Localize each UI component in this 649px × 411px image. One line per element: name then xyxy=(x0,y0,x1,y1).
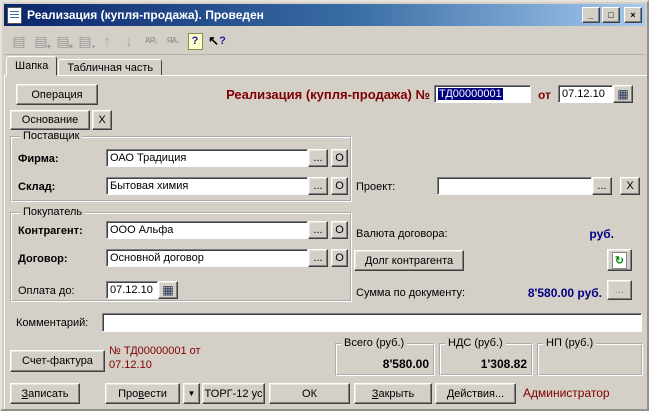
sort-descending-icon[interactable]: ЯА↓ xyxy=(162,30,184,52)
payment-due-label: Оплата до: xyxy=(18,285,75,297)
minimize-button[interactable]: _ xyxy=(582,7,600,23)
maximize-button[interactable]: □ xyxy=(602,7,620,23)
total-group-label: Всего (руб.) xyxy=(341,337,408,350)
actions-button[interactable]: Действия... xyxy=(435,383,516,404)
calendar-icon: ▦ xyxy=(617,87,629,101)
contractor-open-button[interactable]: О xyxy=(331,221,348,239)
firm-open-button[interactable]: О xyxy=(331,149,348,167)
np-group-label: НП (руб.) xyxy=(543,337,597,350)
refresh-icon: ↻ xyxy=(612,251,627,269)
calendar-icon: ▦ xyxy=(162,283,174,297)
warehouse-open-button[interactable]: О xyxy=(331,177,348,195)
buyer-group-label: Покупатель xyxy=(20,206,86,219)
vat-group: НДС (руб.) 1'308.82 xyxy=(439,337,533,376)
post-dropdown-button[interactable]: ▼ xyxy=(183,383,200,404)
basis-button[interactable]: Основание xyxy=(10,110,90,130)
contract-select-button[interactable]: ... xyxy=(308,249,328,267)
project-clear-button[interactable]: X xyxy=(620,177,640,195)
tab-strip: Шапка Табличная часть xyxy=(6,56,163,76)
total-value: 8'580.00 xyxy=(382,357,429,371)
contract-open-button[interactable]: О xyxy=(331,249,348,267)
ot-label: от xyxy=(538,88,551,102)
firm-label: Фирма: xyxy=(18,153,59,165)
warehouse-label: Склад: xyxy=(18,181,56,193)
project-label: Проект: xyxy=(356,181,396,193)
currency-label: Валюта договора: xyxy=(356,228,448,240)
invoice-info-line2: 07.12.10 xyxy=(109,359,152,371)
move-up-icon[interactable]: ↑ xyxy=(96,30,118,52)
contractor-select-button[interactable]: ... xyxy=(308,221,328,239)
firm-field[interactable]: ОАО Традиция xyxy=(106,149,308,167)
invoice-info: № ТД00000001 от 07.12.10 xyxy=(109,344,239,372)
titlebar: Реализация (купля-продажа). Проведен _ □… xyxy=(4,4,645,26)
edit-row-icon[interactable]: ▤ xyxy=(8,30,30,52)
currency-value: руб. xyxy=(589,227,614,241)
comment-field[interactable] xyxy=(102,313,642,332)
context-help-icon[interactable]: ↖? xyxy=(206,30,228,52)
tab-header[interactable]: Шапка xyxy=(6,56,58,76)
sort-ascending-icon[interactable]: АЯ↓ xyxy=(140,30,162,52)
post-button[interactable]: Про в ести xyxy=(105,383,180,404)
basis-clear-button[interactable]: X xyxy=(92,110,112,130)
move-down-icon[interactable]: ↓ xyxy=(118,30,140,52)
document-number-value: ТД00000001 xyxy=(438,88,503,100)
copy-row-icon[interactable]: ▤ ▪ xyxy=(74,30,96,52)
operation-button[interactable]: Операция xyxy=(16,84,98,105)
document-window: Реализация (купля-продажа). Проведен _ □… xyxy=(0,0,649,411)
vat-value: 1'308.82 xyxy=(480,357,527,371)
document-date-calendar-button[interactable]: ▦ xyxy=(613,85,633,103)
document-icon xyxy=(7,6,22,24)
total-group: Всего (руб.) 8'580.00 xyxy=(335,337,435,376)
ok-button[interactable]: ОК xyxy=(269,383,350,404)
document-number-field[interactable]: ТД00000001 xyxy=(434,85,531,103)
contract-label: Договор: xyxy=(18,253,68,265)
document-date-field[interactable]: 07.12.10 xyxy=(558,85,613,103)
document-title: Реализация (купля-продажа) № xyxy=(226,87,430,102)
current-user-label: Администратор xyxy=(523,386,610,400)
warehouse-select-button[interactable]: ... xyxy=(308,177,328,195)
invoice-button[interactable]: Счет-фактура xyxy=(10,350,105,372)
supplier-group-label: Поставщик xyxy=(20,130,83,143)
warehouse-field[interactable]: Бытовая химия xyxy=(106,177,308,195)
firm-select-button[interactable]: ... xyxy=(308,149,328,167)
contract-field[interactable]: Основной договор xyxy=(106,249,308,267)
help-icon[interactable]: ? xyxy=(184,30,206,52)
vat-group-label: НДС (руб.) xyxy=(445,337,506,350)
invoice-info-line1: № ТД00000001 от xyxy=(109,345,201,357)
new-row-icon[interactable]: ▤ + xyxy=(30,30,52,52)
payment-due-field[interactable]: 07.12.10 xyxy=(106,281,158,299)
project-field[interactable] xyxy=(437,177,592,195)
document-sum-value: 8'580.00 руб. xyxy=(527,286,602,300)
debt-button[interactable]: Долг контрагента xyxy=(354,250,464,271)
save-button[interactable]: Записать xyxy=(10,383,80,404)
contractor-field[interactable]: ООО Альфа xyxy=(106,221,308,239)
close-button[interactable]: × xyxy=(624,7,642,23)
comment-label: Комментарий: xyxy=(16,317,89,329)
toolbar: ▤ ▤ + ▤ × ▤ ▪ ↑ ↓ АЯ↓ ЯА↓ ? ↖? xyxy=(4,28,645,55)
project-select-button[interactable]: ... xyxy=(592,177,612,195)
window-title: Реализация (купля-продажа). Проведен xyxy=(27,8,264,22)
sum-detail-button: ... xyxy=(607,280,632,300)
tab-table-part[interactable]: Табличная часть xyxy=(58,59,163,76)
delete-row-icon[interactable]: ▤ × xyxy=(52,30,74,52)
np-group: НП (руб.) xyxy=(537,337,643,376)
payment-due-calendar-button[interactable]: ▦ xyxy=(158,281,178,299)
close-form-button[interactable]: Закрыть xyxy=(354,383,432,404)
contractor-label: Контрагент: xyxy=(18,225,83,237)
document-sum-label: Сумма по документу: xyxy=(356,287,466,299)
refresh-sum-button[interactable]: ↻ xyxy=(607,249,632,271)
torg12-button[interactable]: ТОРГ-12 ус xyxy=(202,383,265,404)
